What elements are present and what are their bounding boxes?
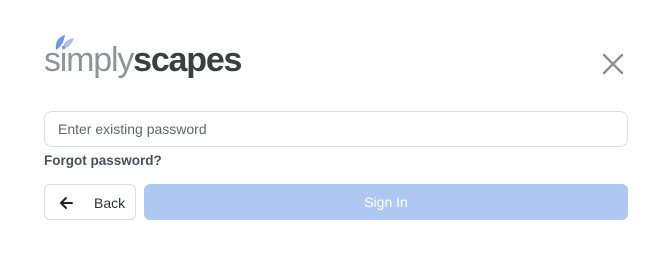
password-input[interactable] — [44, 111, 628, 147]
simplyscapes-logo: simplyscapes — [44, 30, 244, 80]
sign-in-button[interactable]: Sign In — [144, 184, 628, 220]
close-icon — [602, 53, 624, 75]
close-button[interactable] — [600, 51, 626, 77]
back-button-label: Back — [94, 195, 126, 211]
logo-wordmark: simplyscapes — [44, 40, 242, 80]
logo-text-scapes: scapes — [133, 41, 242, 79]
forgot-password-link[interactable]: Forgot password? — [44, 152, 162, 170]
sign-in-dialog: simplyscapes Forgot password? Back Sign … — [0, 0, 668, 267]
logo-text-simply: simply — [44, 41, 134, 79]
arrow-left-icon — [60, 197, 73, 209]
back-button[interactable]: Back — [44, 184, 136, 220]
